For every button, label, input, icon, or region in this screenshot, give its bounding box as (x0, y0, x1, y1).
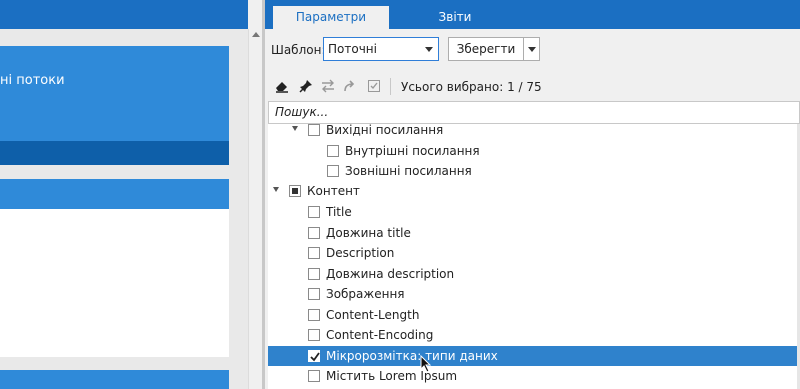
settings-panel: Параметри Звіти Шаблон: Поточні Зберегти (265, 0, 800, 389)
expander-icon[interactable] (273, 187, 279, 192)
left-card-header (0, 179, 229, 209)
left-scrollbar[interactable] (248, 29, 262, 389)
tree-item-label: Довжина description (326, 267, 455, 281)
left-card-text: ні потоки (0, 73, 65, 88)
tree-item-label: Довжина title (326, 226, 411, 240)
tree-item-internal-links[interactable]: Внутрішні посилання (268, 141, 800, 161)
tree-item-title-length[interactable]: Довжина title (268, 223, 800, 243)
checkbox[interactable] (308, 268, 320, 280)
tab-reports[interactable]: Звіти (415, 6, 495, 29)
pin-icon[interactable] (297, 77, 315, 95)
tree-item-label: Description (326, 246, 395, 260)
tree-toolbar: Усього вибрано: 1 / 75 (265, 75, 800, 99)
checkbox[interactable] (308, 329, 320, 341)
checkbox[interactable] (308, 227, 320, 239)
checkbox[interactable] (308, 247, 320, 259)
checkbox-checked[interactable] (308, 350, 320, 362)
tree-item-label: Містить Lorem Ipsum (326, 369, 458, 383)
mouse-cursor-icon (420, 354, 432, 376)
tree-item-lorem-ipsum[interactable]: Містить Lorem Ipsum (268, 366, 800, 386)
tree-item-content[interactable]: Контент (268, 181, 800, 201)
template-selected-value: Поточні (328, 42, 377, 56)
redo-icon[interactable] (341, 77, 359, 95)
tree-item-label: Зображення (326, 287, 405, 301)
tree-item-label: Content-Encoding (326, 328, 434, 342)
checkbox-icon[interactable] (365, 77, 383, 95)
tree-item-external-links[interactable]: Зовнішні посилання (268, 161, 800, 181)
selected-count: Усього вибрано: 1 / 75 (401, 80, 542, 94)
tree-item-microdata-types[interactable]: Мікророзмітка: типи даних (268, 346, 800, 366)
swap-icon[interactable] (319, 77, 337, 95)
save-dropdown-button[interactable] (524, 37, 540, 61)
left-panel: ні потоки (0, 0, 248, 389)
expander-icon[interactable] (292, 126, 298, 131)
tree-item-label: Вихідні посилання (326, 124, 444, 137)
scroll-up-arrow-icon[interactable] (252, 32, 260, 37)
eraser-icon[interactable] (273, 77, 291, 95)
chevron-down-icon (425, 47, 433, 52)
checkbox[interactable] (308, 288, 320, 300)
tree-item-label: Зовнішні посилання (345, 164, 472, 178)
tree-item-description[interactable]: Description (268, 243, 800, 263)
checkbox[interactable] (308, 309, 320, 321)
left-card-bottom (0, 370, 229, 389)
search-input[interactable]: Пошук... (268, 101, 800, 124)
checkbox[interactable] (327, 165, 339, 177)
left-top-bar (0, 0, 248, 29)
chevron-down-icon (528, 47, 536, 52)
template-row: Шаблон: Поточні Зберегти (265, 37, 800, 63)
tree-item-outgoing-links[interactable]: Вихідні посилання (268, 124, 800, 140)
checkbox[interactable] (308, 124, 320, 136)
tree-item-content-length[interactable]: Content-Length (268, 305, 800, 325)
left-card-flows[interactable]: ні потоки (0, 46, 229, 165)
save-button[interactable]: Зберегти (448, 37, 524, 61)
tab-parameters[interactable]: Параметри (273, 6, 389, 29)
tree-item-label: Внутрішні посилання (345, 144, 480, 158)
checkbox[interactable] (327, 145, 339, 157)
tree-item-title[interactable]: Title (268, 202, 800, 222)
tree-item-description-length[interactable]: Довжина description (268, 264, 800, 284)
template-select[interactable]: Поточні (323, 37, 439, 61)
left-card-blank (0, 179, 229, 357)
tree-item-content-encoding[interactable]: Content-Encoding (268, 325, 800, 345)
columns-tree: Вихідні посилання Внутрішні посилання Зо… (268, 124, 800, 389)
toolbar-separator (390, 78, 391, 95)
tree-item-label: Контент (307, 184, 360, 198)
tree-item-label: Content-Length (326, 308, 420, 322)
tree-item-images[interactable]: Зображення (268, 284, 800, 304)
template-label: Шаблон: (271, 43, 326, 57)
tree-item-label: Title (326, 205, 352, 219)
checkbox-partial[interactable] (289, 185, 301, 197)
tree-item-label: Мікророзмітка: типи даних (326, 349, 498, 363)
left-card-strip (0, 141, 229, 165)
checkbox[interactable] (308, 370, 320, 382)
tab-bar: Параметри Звіти (265, 0, 800, 29)
checkbox[interactable] (308, 206, 320, 218)
